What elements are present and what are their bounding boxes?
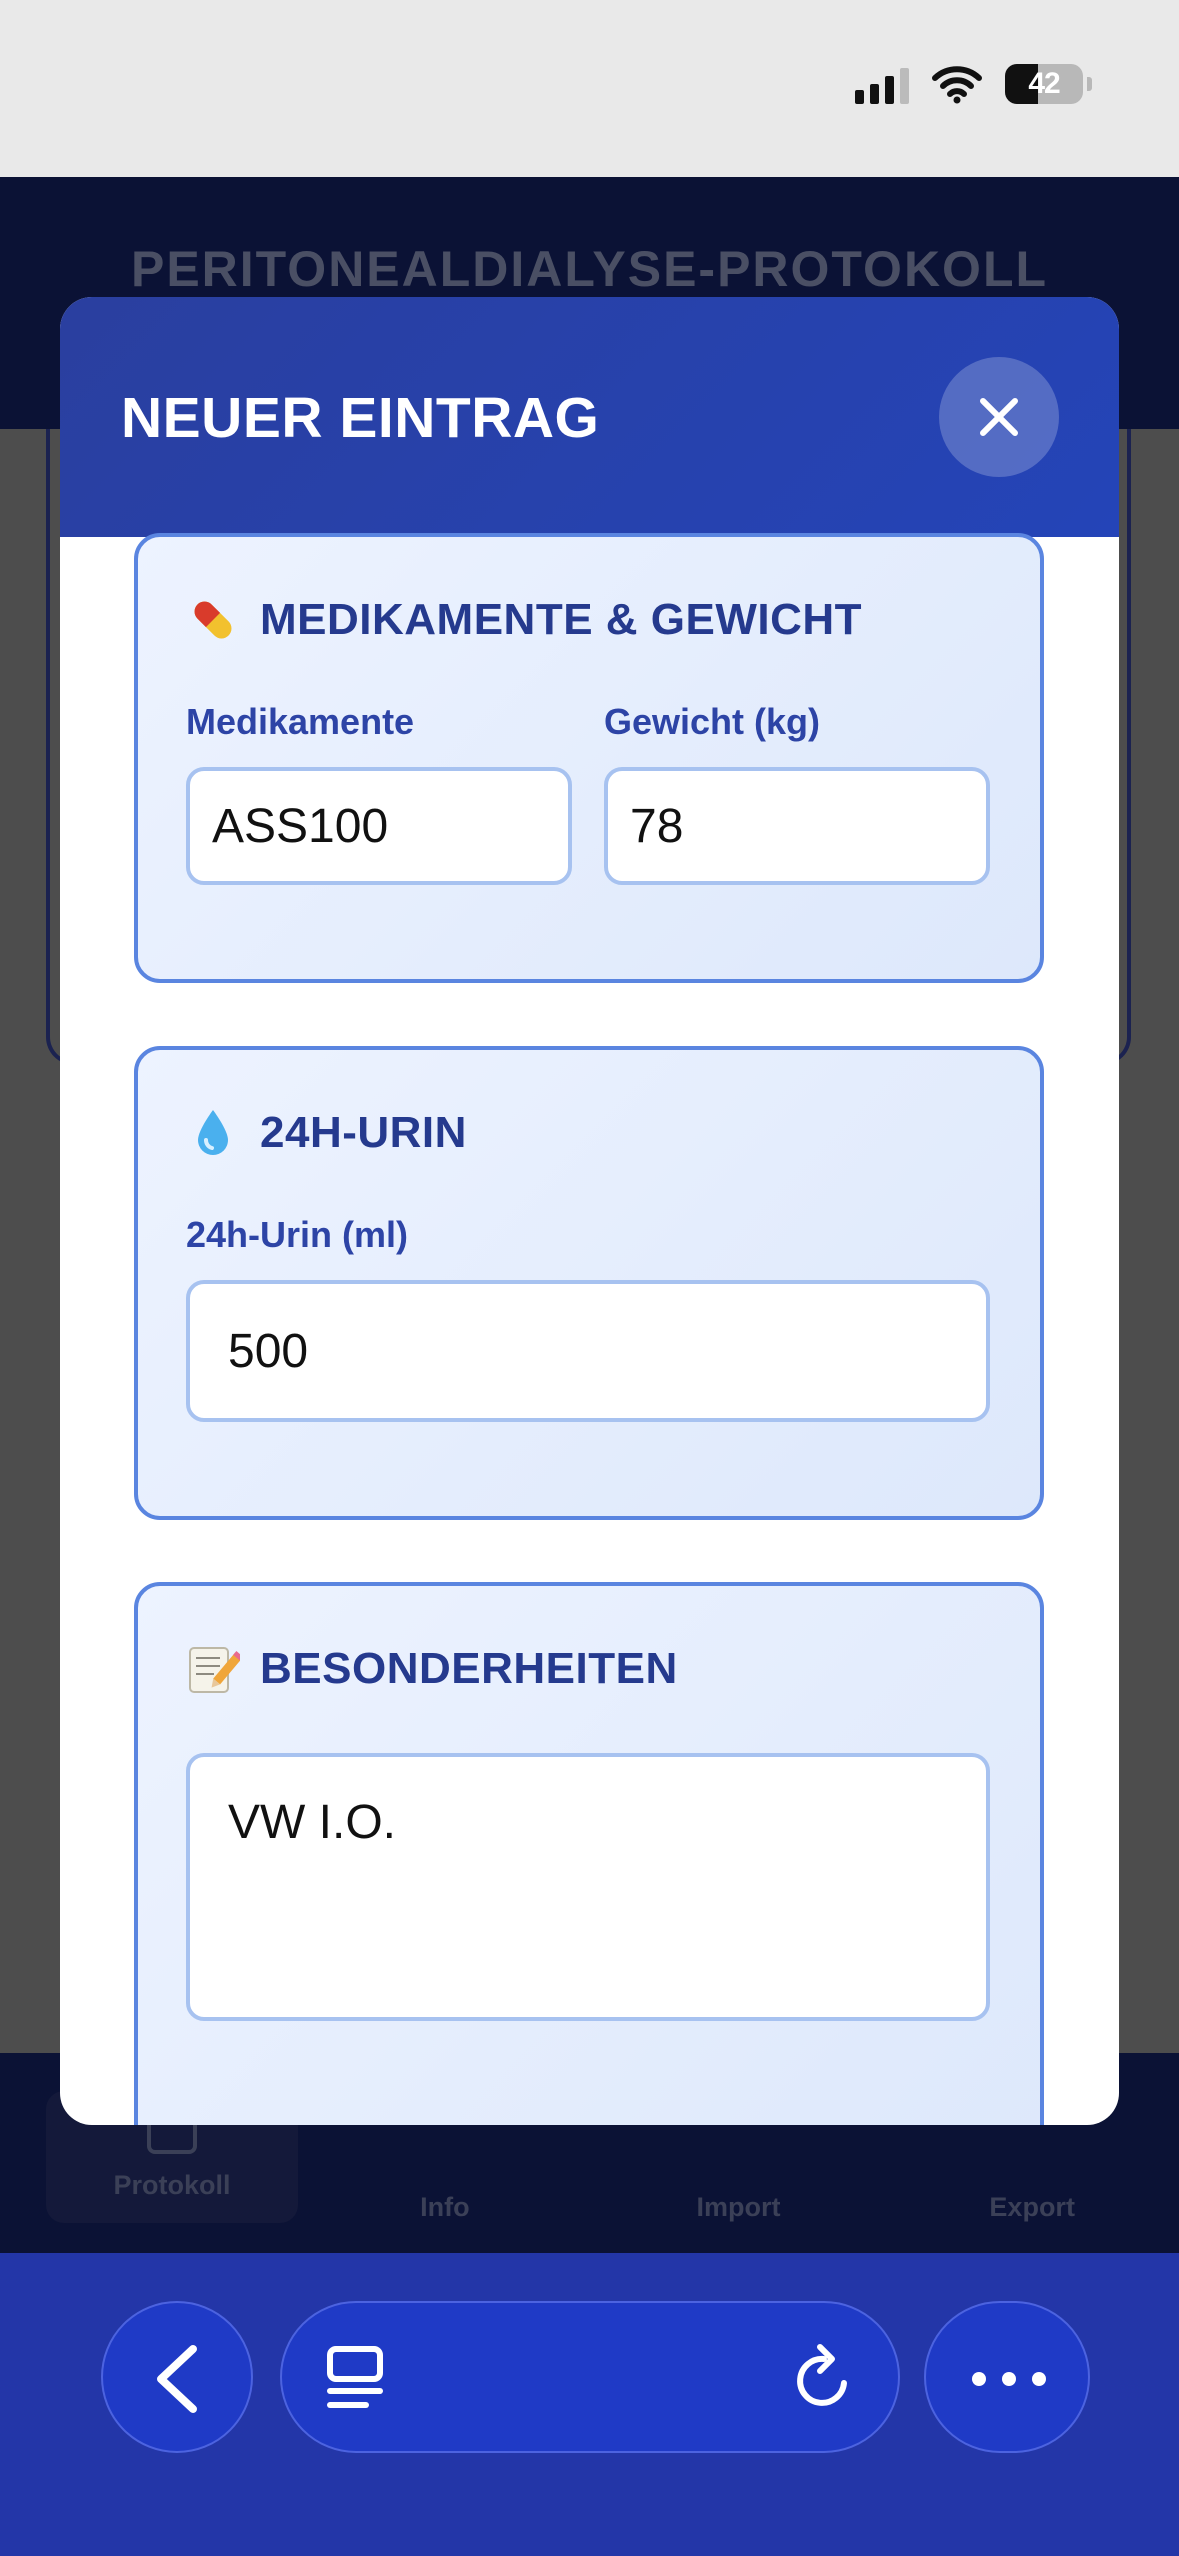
close-button[interactable] (939, 357, 1059, 477)
memo-icon (186, 1642, 240, 1696)
section-title: BESONDERHEITEN (260, 1644, 678, 1693)
section-urine: 24H-URIN 24h-Urin (ml) 500 (134, 1046, 1044, 1520)
browser-toolbar (0, 2253, 1179, 2556)
section-title: 24H-URIN (260, 1108, 467, 1157)
battery-icon: 42 (1005, 64, 1092, 104)
section-notes: BESONDERHEITEN VW I.O. (134, 1582, 1044, 2125)
more-icon (972, 2372, 1046, 2386)
modal-title: NEUER EINTRAG (121, 386, 600, 450)
status-bar: 42 (0, 0, 1179, 177)
wifi-icon (932, 66, 982, 104)
chevron-left-icon (157, 2345, 197, 2413)
weight-label: Gewicht (kg) (604, 701, 821, 742)
battery-level: 42 (1028, 67, 1060, 100)
droplet-icon (186, 1106, 240, 1160)
pill-icon (186, 593, 240, 647)
tabs-icon (327, 2346, 383, 2408)
meds-input[interactable]: ASS100 (186, 767, 572, 885)
back-button[interactable] (101, 2301, 253, 2453)
meds-label: Medikamente (186, 701, 415, 742)
address-bar[interactable] (280, 2301, 900, 2453)
reload-icon[interactable] (788, 2341, 860, 2417)
more-button[interactable] (924, 2301, 1090, 2453)
urine-input[interactable]: 500 (186, 1280, 990, 1422)
notes-textarea[interactable]: VW I.O. (186, 1753, 990, 2021)
modal-header: NEUER EINTRAG (60, 297, 1119, 537)
close-icon (980, 398, 1018, 436)
section-meds-weight: MEDIKAMENTE & GEWICHT Medikamente Gewich… (134, 533, 1044, 983)
weight-input[interactable]: 78 (604, 767, 990, 885)
section-title: MEDIKAMENTE & GEWICHT (260, 595, 863, 644)
urine-label: 24h-Urin (ml) (186, 1214, 409, 1255)
new-entry-modal: NEUER EINTRAG MEDIKAMENTE & GEWICHT Medi… (60, 297, 1119, 2125)
cellular-signal-icon (855, 64, 909, 104)
app-title: PERITONEALDIALYSE-PROTOKOLL (130, 241, 1049, 297)
